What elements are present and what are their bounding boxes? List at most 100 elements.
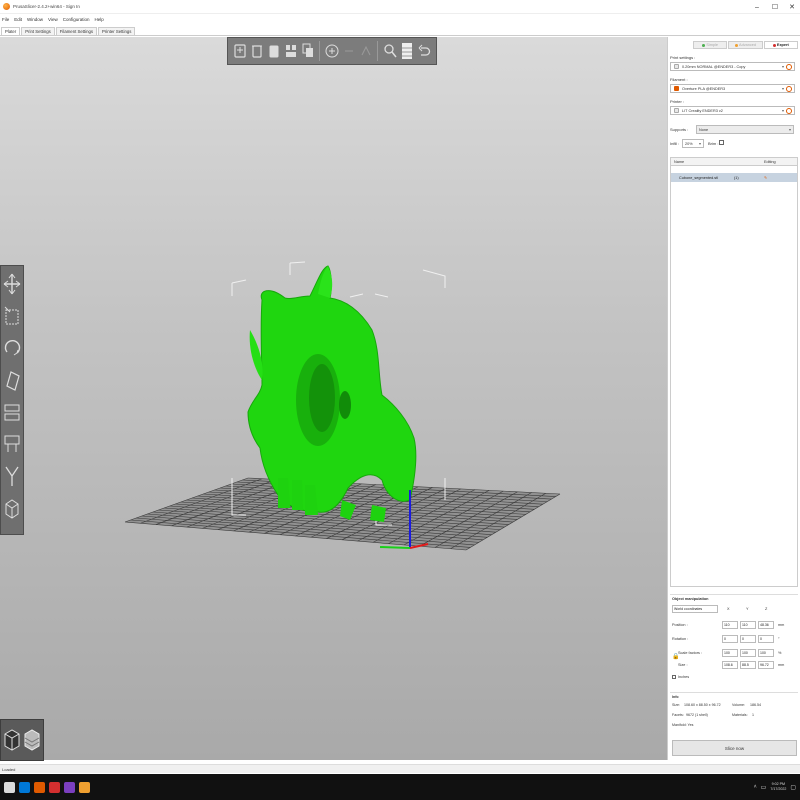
position-x-input[interactable]: 110 (722, 621, 738, 629)
chevron-up-icon[interactable]: ˄ (754, 784, 757, 790)
edit-icon[interactable]: ✎ (764, 175, 767, 180)
mode-simple-button[interactable]: Simple (693, 41, 728, 49)
notification-icon[interactable]: ▢ (790, 784, 796, 791)
3d-viewport[interactable] (0, 37, 667, 760)
window-title: PrusaSlicer-2.4.2+win64 - Sign In (13, 4, 80, 9)
3d-view-icon[interactable] (3, 726, 21, 754)
gear-icon[interactable] (786, 107, 792, 114)
split-icon[interactable] (358, 41, 373, 61)
menu-help[interactable]: Help (95, 17, 104, 22)
mode-expert-dot (772, 43, 776, 47)
measure-icon[interactable] (2, 494, 22, 522)
layers-icon[interactable] (399, 41, 414, 61)
filament-combo[interactable]: Overture PLA @ENDER3 ▾ (670, 84, 795, 93)
tab-filament-settings[interactable]: Filament Settings (55, 27, 97, 35)
taskbar-app-icon[interactable] (64, 781, 75, 793)
rotate-icon[interactable] (2, 334, 22, 362)
brim-checkbox[interactable] (719, 140, 724, 145)
size-y-input[interactable]: 88.5 (740, 661, 756, 669)
preview-view-icon[interactable] (23, 726, 41, 754)
list-header-name: Name (674, 159, 685, 164)
place-on-face-icon[interactable] (2, 366, 22, 394)
object-name: Cubone_segmented.stl (679, 175, 719, 180)
info-size-label: Size: (672, 703, 680, 707)
move-icon[interactable] (2, 270, 22, 298)
rotation-label: Rotation : (672, 637, 689, 641)
gear-icon[interactable] (786, 85, 792, 92)
search-icon[interactable] (382, 41, 397, 61)
system-tray: ˄ ▭ 9:02 PM 7/17/2022 ▢ (754, 778, 796, 796)
info-materials-value: 1 (752, 713, 754, 717)
menu-file[interactable]: File (2, 17, 9, 22)
slice-now-button[interactable]: Slice now (672, 740, 797, 756)
left-toolbar (0, 265, 24, 535)
add-instance-icon[interactable] (324, 41, 339, 61)
minimize-button[interactable]: – (750, 1, 764, 13)
scale-z-input[interactable]: 100 (758, 649, 774, 657)
supports-combo[interactable]: None ▾ (696, 125, 794, 134)
add-icon[interactable] (232, 41, 247, 61)
coordinate-system-select[interactable]: World coordinates (672, 605, 718, 613)
menu-view[interactable]: View (48, 17, 58, 22)
mode-advanced-button[interactable]: Advanced (728, 41, 763, 49)
rotation-z-input[interactable]: 0 (758, 635, 774, 643)
supports-label: Supports : (670, 127, 689, 132)
seam-icon[interactable] (2, 462, 22, 490)
undo-icon[interactable] (416, 41, 431, 61)
supports-value: None (699, 127, 709, 132)
menu-bar: File Edit Window View Configuration Help (0, 15, 800, 24)
arrange-icon[interactable] (283, 41, 298, 61)
close-button[interactable]: ✕ (785, 1, 799, 13)
app-icon (3, 3, 10, 10)
tab-plater[interactable]: Plater (1, 27, 21, 35)
gear-icon[interactable] (786, 63, 792, 70)
taskbar-app-icon[interactable] (34, 781, 45, 793)
rotation-y-input[interactable]: 0 (740, 635, 756, 643)
object-manipulation-panel: Object manipulation World coordinates X … (670, 594, 798, 684)
delete-all-icon[interactable] (266, 41, 281, 61)
title-bar: PrusaSlicer-2.4.2+win64 - Sign In – ☐ ✕ (0, 0, 800, 14)
delete-icon[interactable] (249, 41, 264, 61)
infill-combo[interactable]: 20% ▾ (682, 139, 704, 148)
scale-y-input[interactable]: 100 (740, 649, 756, 657)
printer-combo[interactable]: LIT Creality ENDER3 v2 ▾ (670, 106, 795, 115)
position-z-input[interactable]: 48.36 (758, 621, 774, 629)
supports-icon[interactable] (2, 430, 22, 458)
info-volume-value: 186.54 (750, 703, 761, 707)
toolbar-separator (319, 41, 320, 61)
status-text: Loaded (2, 766, 16, 772)
windows-start-icon[interactable] (4, 781, 15, 793)
menu-window[interactable]: Window (27, 17, 43, 22)
toolbar-separator (377, 41, 378, 61)
size-x-input[interactable]: 108.6 (722, 661, 738, 669)
size-label: Size : (678, 663, 688, 667)
printer-icon (674, 108, 679, 113)
size-z-input[interactable]: 96.72 (758, 661, 774, 669)
scale-x-input[interactable]: 100 (722, 649, 738, 657)
inches-checkbox[interactable] (672, 675, 676, 679)
tab-print-settings[interactable]: Print Settings (21, 27, 55, 35)
remove-instance-icon[interactable] (341, 41, 356, 61)
taskbar-app-icon[interactable] (19, 781, 30, 793)
print-settings-combo[interactable]: 0.20mm NORMAL @ENDER3 - Copy ▾ (670, 62, 795, 71)
taskbar-app-icon[interactable] (79, 781, 90, 793)
menu-configuration[interactable]: Configuration (63, 17, 90, 22)
menu-edit[interactable]: Edit (14, 17, 22, 22)
copy-icon[interactable] (300, 41, 315, 61)
taskbar-app-icon[interactable] (49, 781, 60, 793)
model-cubone[interactable] (247, 265, 417, 522)
clock[interactable]: 9:02 PM 7/17/2022 (770, 782, 786, 792)
lock-icon[interactable]: 🔒 (672, 653, 679, 660)
position-y-input[interactable]: 110 (740, 621, 756, 629)
tab-printer-settings[interactable]: Printer Settings (98, 27, 136, 35)
rotation-x-input[interactable]: 0 (722, 635, 738, 643)
maximize-button[interactable]: ☐ (768, 1, 782, 13)
list-item[interactable]: Cubone_segmented.stl (1) ✎ (671, 173, 797, 182)
print-settings-icon (674, 64, 679, 69)
axis-z-label: Z (765, 607, 768, 611)
network-icon[interactable]: ▭ (761, 784, 767, 791)
cut-icon[interactable] (2, 398, 22, 426)
scale-icon[interactable] (2, 302, 22, 330)
mode-expert-button[interactable]: Expert (763, 41, 798, 49)
size-unit: mm (778, 663, 785, 667)
